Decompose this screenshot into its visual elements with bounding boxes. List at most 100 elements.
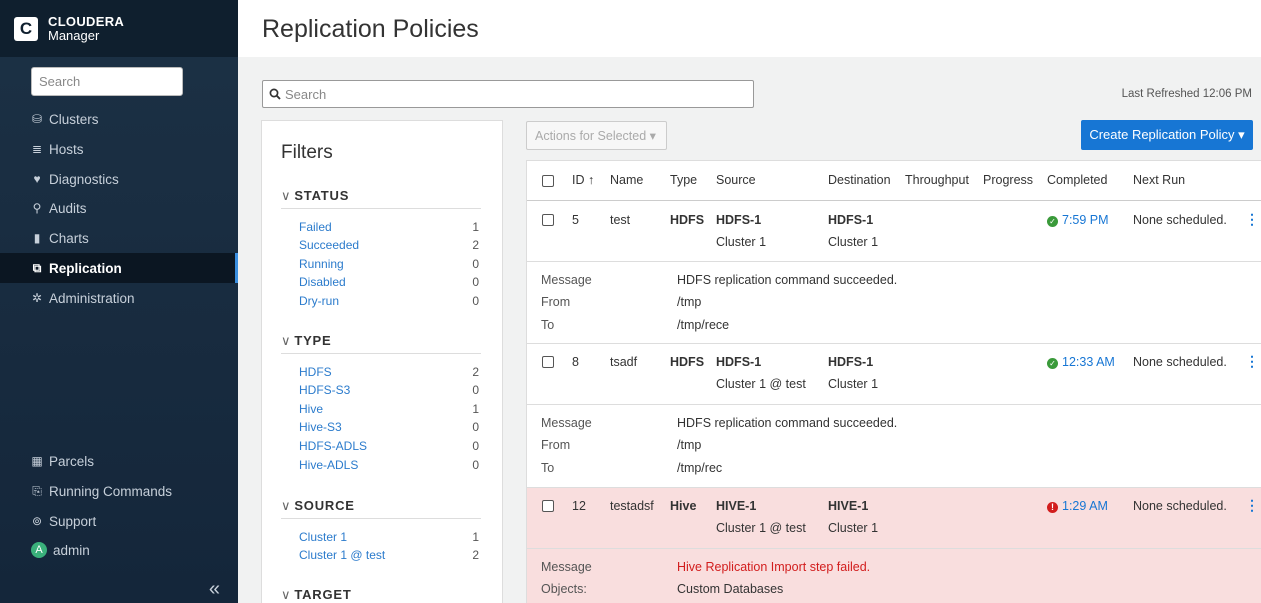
col-name[interactable]: Name <box>610 173 643 187</box>
filter-label[interactable]: Running <box>299 256 344 272</box>
row-checkbox[interactable] <box>542 500 554 512</box>
filter-type-hdfs-s3[interactable]: HDFS-S3 0 <box>299 382 479 398</box>
filter-label[interactable]: HDFS <box>299 364 332 380</box>
filter-type-hive-s3[interactable]: Hive-S3 0 <box>299 419 479 435</box>
row-details: Message HDFS replication command succeed… <box>527 405 1261 488</box>
row-menu-icon[interactable]: ⋮ <box>1245 353 1259 370</box>
col-destination[interactable]: Destination <box>828 173 891 187</box>
detail-key: From <box>541 295 571 309</box>
filter-type-hdfs-adls[interactable]: HDFS-ADLS 0 <box>299 438 479 454</box>
sidebar-item-parcels[interactable]: ▦ Parcels <box>0 446 238 476</box>
filter-status-succeeded[interactable]: Succeeded 2 <box>299 237 479 253</box>
filter-section-target[interactable]: ∨ TARGET <box>281 587 481 603</box>
policy-search-box[interactable] <box>262 80 754 108</box>
sidebar-item-diagnostics[interactable]: ♥ Diagnostics <box>0 164 238 194</box>
actions-for-selected-dropdown[interactable]: Actions for Selected ▾ <box>526 121 667 150</box>
filter-label[interactable]: HDFS-S3 <box>299 382 350 398</box>
sidebar-search-input[interactable] <box>31 67 183 96</box>
filter-type-hdfs[interactable]: HDFS 2 <box>299 364 479 380</box>
detail-key: Objects: <box>541 582 587 596</box>
col-type[interactable]: Type <box>670 173 697 187</box>
sidebar-item-label: Diagnostics <box>49 171 119 187</box>
filter-count: 2 <box>472 238 479 252</box>
cloudera-logo-icon: C <box>14 16 38 41</box>
row-name: tsadf <box>610 355 638 369</box>
filter-status-failed[interactable]: Failed 1 <box>299 219 479 235</box>
row-completed[interactable]: ✓ 7:59 PM <box>1047 213 1109 227</box>
filter-section-status[interactable]: ∨ STATUS <box>281 188 481 209</box>
chevron-down-icon: ∨ <box>281 333 292 348</box>
filter-source-cluster-1-test[interactable]: Cluster 1 @ test 2 <box>299 547 479 563</box>
create-replication-policy-button[interactable]: Create Replication Policy ▾ <box>1081 120 1253 150</box>
username-label: admin <box>53 542 90 558</box>
collapse-sidebar-icon[interactable]: « <box>209 578 220 601</box>
search-icon <box>269 88 281 100</box>
col-next-run[interactable]: Next Run <box>1133 173 1185 187</box>
detail-key: To <box>541 318 555 332</box>
sidebar-item-clusters[interactable]: ⛁ Clusters <box>0 104 238 134</box>
col-throughput[interactable]: Throughput <box>905 173 969 187</box>
col-id[interactable]: ID ↑ <box>572 173 594 187</box>
policies-table: ID ↑ Name Type Source Destination Throug… <box>526 160 1261 603</box>
sidebar-item-user[interactable]: A admin <box>0 535 238 565</box>
error-icon: ! <box>1047 502 1058 513</box>
row-menu-icon[interactable]: ⋮ <box>1245 211 1259 228</box>
filter-label[interactable]: HDFS-ADLS <box>299 438 367 454</box>
filter-source-cluster-1[interactable]: Cluster 1 1 <box>299 529 479 545</box>
filter-label[interactable]: Cluster 1 <box>299 529 347 545</box>
row-source: HDFS-1 <box>716 355 762 369</box>
table-row[interactable]: 12 testadsf Hive HIVE-1 Cluster 1 @ test… <box>527 488 1261 549</box>
filter-type-hive[interactable]: Hive 1 <box>299 401 479 417</box>
row-type: HDFS <box>670 355 705 369</box>
sidebar-item-label: Hosts <box>49 141 84 157</box>
detail-message: Hive Replication Import step failed. <box>677 560 871 574</box>
filter-section-source[interactable]: ∨ SOURCE <box>281 498 481 519</box>
row-checkbox[interactable] <box>542 214 554 226</box>
sidebar-item-hosts[interactable]: ≣ Hosts <box>0 134 238 164</box>
col-completed[interactable]: Completed <box>1047 173 1107 187</box>
filter-label[interactable]: Hive-ADLS <box>299 457 358 473</box>
filter-count: 0 <box>472 420 479 434</box>
filter-label[interactable]: Hive-S3 <box>299 419 342 435</box>
filter-label[interactable]: Succeeded <box>299 237 359 253</box>
col-source[interactable]: Source <box>716 173 756 187</box>
filter-status-dry-run[interactable]: Dry-run 0 <box>299 293 479 309</box>
sidebar-item-administration[interactable]: ✲ Administration <box>0 283 238 313</box>
row-completed[interactable]: ! 1:29 AM <box>1047 499 1108 513</box>
filter-section-label: STATUS <box>294 188 350 203</box>
filter-status-disabled[interactable]: Disabled 0 <box>299 274 479 290</box>
filter-type-hive-adls[interactable]: Hive-ADLS 0 <box>299 457 479 473</box>
commands-icon: ⎘ <box>32 483 42 498</box>
row-id: 8 <box>572 355 579 369</box>
detail-key: From <box>541 438 571 452</box>
success-check-icon: ✓ <box>1047 216 1058 227</box>
filter-label[interactable]: Cluster 1 @ test <box>299 547 385 563</box>
col-progress[interactable]: Progress <box>983 173 1033 187</box>
select-all-checkbox[interactable] <box>542 175 554 187</box>
sidebar-item-support[interactable]: ⊚ Support <box>0 506 238 536</box>
row-next-run: None scheduled. <box>1133 499 1227 513</box>
detail-from: /tmp <box>677 295 702 309</box>
row-id: 5 <box>572 213 579 227</box>
filter-label[interactable]: Failed <box>299 219 332 235</box>
row-completed[interactable]: ✓ 12:33 AM <box>1047 355 1115 369</box>
table-row[interactable]: 5 test HDFS HDFS-1 Cluster 1 HDFS-1 Clus… <box>527 202 1261 262</box>
sidebar-item-replication[interactable]: ⧉ Replication <box>0 253 238 283</box>
filter-label[interactable]: Hive <box>299 401 323 417</box>
filter-count: 0 <box>472 294 479 308</box>
filter-section-type[interactable]: ∨ TYPE <box>281 333 481 354</box>
filter-label[interactable]: Disabled <box>299 274 346 290</box>
brand-header[interactable]: C CLOUDERA Manager <box>0 0 238 57</box>
sidebar-item-audits[interactable]: ⚲ Audits <box>0 193 238 223</box>
search-input[interactable] <box>285 86 745 102</box>
row-menu-icon[interactable]: ⋮ <box>1245 497 1259 514</box>
sidebar-item-running-commands[interactable]: ⎘ Running Commands <box>0 476 238 506</box>
table-row[interactable]: 8 tsadf HDFS HDFS-1 Cluster 1 @ test HDF… <box>527 344 1261 405</box>
row-destination-cluster: Cluster 1 <box>828 235 879 249</box>
filter-status-running[interactable]: Running 0 <box>299 256 479 272</box>
sidebar-item-charts[interactable]: ▮ Charts <box>0 223 238 253</box>
row-checkbox[interactable] <box>542 356 554 368</box>
filter-label[interactable]: Dry-run <box>299 293 339 309</box>
detail-to: /tmp/rec <box>677 461 723 475</box>
row-type: HDFS <box>670 213 705 227</box>
